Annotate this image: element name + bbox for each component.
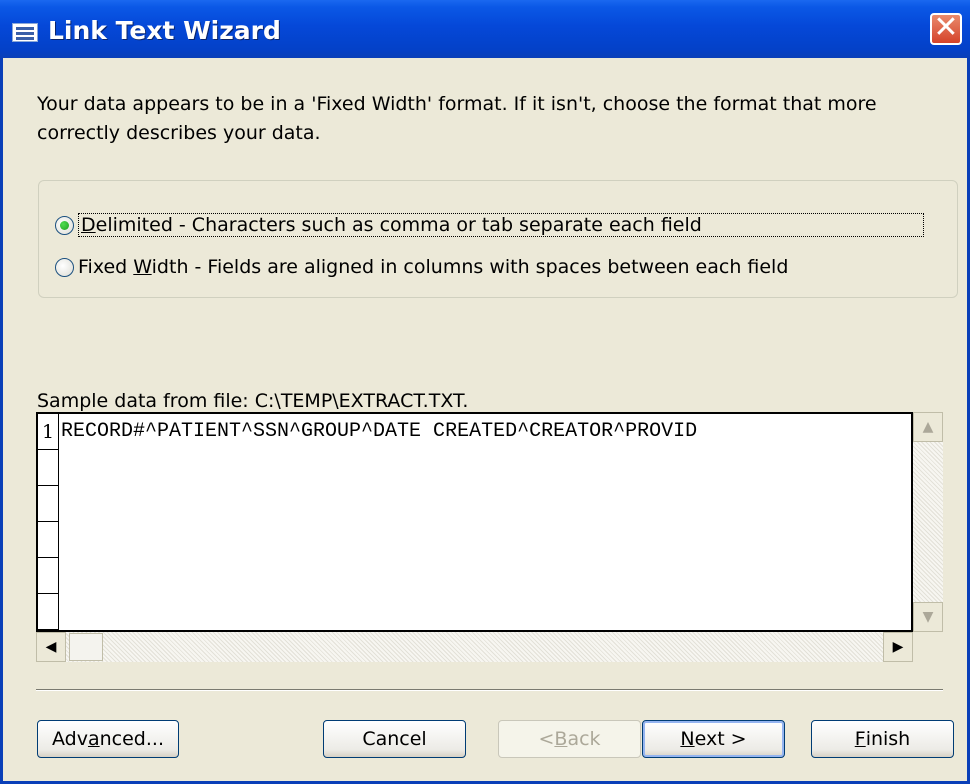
scroll-right-button[interactable]: ▶ — [883, 632, 913, 662]
delimited-label: Delimited - Characters such as comma or … — [78, 213, 924, 237]
arrow-left-icon: ◀ — [45, 639, 57, 655]
scroll-left-button[interactable]: ◀ — [36, 632, 66, 662]
table-icon — [12, 23, 38, 42]
scrollbar-corner — [913, 632, 943, 662]
row-number — [38, 594, 58, 630]
horizontal-scrollbar[interactable]: ◀ ▶ — [36, 632, 913, 662]
intro-text: Your data appears to be in a 'Fixed Widt… — [37, 93, 877, 144]
next-button[interactable]: Next > — [642, 720, 785, 758]
back-button[interactable]: < Back — [498, 720, 641, 758]
row-number-gutter: 1 — [38, 414, 59, 630]
scroll-up-button[interactable]: ▲ — [913, 412, 943, 442]
separator-line — [36, 689, 943, 691]
close-button[interactable]: ✕ — [930, 13, 962, 45]
vertical-scrollbar[interactable]: ▲ ▼ — [913, 412, 943, 632]
arrow-up-icon: ▲ — [922, 419, 934, 435]
close-icon: ✕ — [933, 10, 959, 45]
cancel-button[interactable]: Cancel — [323, 720, 466, 758]
delimited-option[interactable]: Delimited - Characters such as comma or … — [55, 210, 924, 240]
wizard-dialog: Link Text Wizard ✕ Your data appears to … — [0, 0, 970, 784]
finish-button[interactable]: Finish — [811, 720, 954, 758]
row-number: 1 — [38, 414, 58, 450]
window-title: Link Text Wizard — [48, 16, 281, 45]
arrow-right-icon: ▶ — [892, 639, 904, 655]
row-number — [38, 558, 58, 594]
scroll-thumb[interactable] — [69, 633, 103, 661]
row-number — [38, 450, 58, 486]
delimited-radio[interactable] — [55, 215, 74, 235]
sample-data-label: Sample data from file: C:\TEMP\EXTRACT.T… — [37, 390, 469, 412]
advanced-button[interactable]: Adv a nced... — [37, 720, 179, 758]
fixed-width-label: Fixed Width - Fields are aligned in colu… — [78, 256, 789, 278]
scroll-down-button[interactable]: ▼ — [913, 602, 943, 632]
arrow-down-icon: ▼ — [922, 609, 934, 625]
fixed-width-radio[interactable] — [55, 257, 74, 277]
fixed-width-option[interactable]: Fixed Width - Fields are aligned in colu… — [55, 252, 788, 282]
sample-row-text: RECORD#^PATIENT^SSN^GROUP^DATE CREATED^C… — [61, 420, 698, 443]
sample-data-preview[interactable]: 1 RECORD#^PATIENT^SSN^GROUP^DATE CREATED… — [36, 412, 913, 632]
title-bar[interactable]: Link Text Wizard ✕ — [0, 0, 970, 58]
row-number — [38, 486, 58, 522]
row-number — [38, 522, 58, 558]
